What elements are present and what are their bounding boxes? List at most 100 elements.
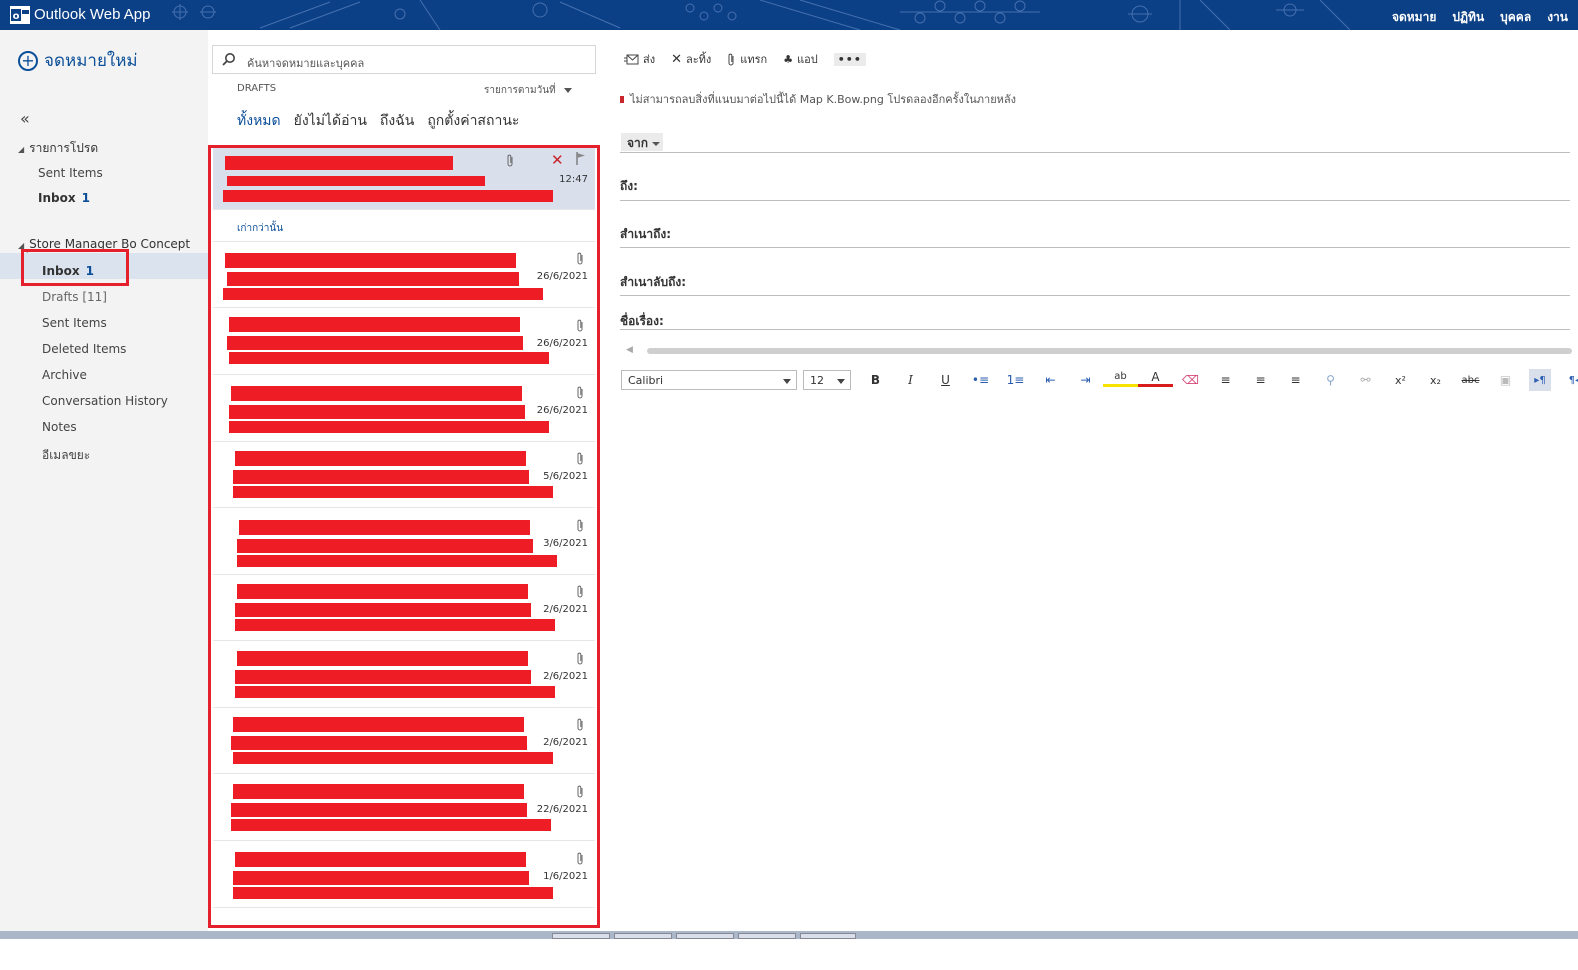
font-color-icon[interactable]: A — [1138, 369, 1173, 387]
favorite-inbox[interactable]: Inbox 1 — [38, 191, 90, 205]
divider — [620, 152, 1570, 153]
font-name-select[interactable]: Calibri — [621, 370, 797, 390]
outlook-logo-icon: o — [10, 6, 30, 24]
bcc-field[interactable]: สำเนาลับถึง: — [620, 273, 686, 292]
folder-deleted-items[interactable]: Deleted Items — [42, 342, 126, 356]
underline-button[interactable]: U — [928, 369, 963, 391]
nav-mail[interactable]: จดหมาย — [1392, 8, 1436, 30]
more-options-button[interactable]: ••• — [833, 52, 866, 66]
new-mail-button[interactable]: + จดหมายใหม่ — [18, 47, 138, 74]
sort-label: รายการตามวันที่ — [484, 85, 556, 96]
discard-label: ละทิ้ง — [686, 53, 712, 66]
apps-label: แอป — [797, 53, 818, 66]
sort-dropdown[interactable]: รายการตามวันที่ — [484, 83, 572, 98]
filter-flagged[interactable]: ถูกตั้งค่าสถานะ — [427, 110, 519, 132]
folder-conversation-history[interactable]: Conversation History — [42, 394, 168, 408]
attachment-warning: ไม่สามารถลบสิ่งที่แนบมาต่อไปนี้ได้ Map K… — [620, 90, 1016, 108]
from-label: จาก — [627, 136, 649, 150]
from-dropdown[interactable]: จาก — [621, 133, 663, 151]
bold-button[interactable]: B — [858, 369, 893, 391]
remove-link-icon[interactable]: ⚯ — [1348, 369, 1383, 391]
divider — [620, 200, 1570, 201]
subscript-icon[interactable]: x₂ — [1418, 369, 1453, 391]
clear-formatting-icon[interactable]: ⌫ — [1173, 369, 1208, 391]
horizontal-scrollbar[interactable] — [647, 348, 1572, 354]
to-field[interactable]: ถึง: — [620, 177, 638, 196]
font-size-select[interactable]: 12 — [803, 370, 851, 390]
folder-sent-items[interactable]: Sent Items — [42, 316, 107, 330]
bullets-icon[interactable]: •≡ — [963, 369, 998, 391]
app-title: Outlook Web App — [34, 6, 151, 23]
send-button[interactable]: ส่ง — [624, 50, 655, 68]
filter-all[interactable]: ทั้งหมด — [237, 110, 281, 132]
nav-tasks[interactable]: งาน — [1547, 8, 1568, 30]
collapse-triangle-icon: ◢ — [18, 145, 25, 154]
divider — [620, 329, 1570, 330]
increase-indent-icon[interactable]: ⇥ — [1068, 369, 1103, 391]
collapse-pane-button[interactable]: « — [20, 109, 30, 128]
warning-icon — [620, 96, 624, 103]
folder-label: Deleted Items — [42, 342, 127, 356]
filter-unread[interactable]: ยังไม่ได้อ่าน — [294, 110, 367, 132]
puzzle-icon: ♣ — [783, 52, 794, 66]
insert-button[interactable]: แทรก — [727, 50, 767, 68]
discard-button[interactable]: ✕ ละทิ้ง — [671, 50, 711, 68]
taskbar-strip — [0, 931, 1578, 939]
highlight-icon[interactable]: ab — [1103, 369, 1138, 387]
search-input[interactable]: ค้นหาจดหมายและบุคคล — [247, 54, 364, 72]
chevron-down-icon — [652, 141, 661, 146]
apps-button[interactable]: ♣ แอป — [783, 50, 818, 68]
top-navigation: จดหมาย ปฏิทิน บุคคล งาน — [1392, 8, 1568, 30]
taskbar-button[interactable] — [676, 933, 734, 939]
drafts-highlight-annotation — [21, 249, 129, 286]
favorites-header[interactable]: ◢ รายการโปรด — [18, 139, 98, 158]
insert-link-icon[interactable]: ⚲ — [1313, 369, 1348, 391]
search-icon — [222, 53, 235, 66]
taskbar-button[interactable] — [614, 933, 672, 939]
plus-circle-icon: + — [18, 50, 38, 71]
numbering-icon[interactable]: 1≡ — [998, 369, 1033, 391]
message-list-highlight-annotation — [208, 145, 600, 928]
send-icon — [624, 54, 639, 64]
taskbar-button[interactable] — [738, 933, 796, 939]
compose-toolbar: ส่ง ✕ ละทิ้ง แทรก ♣ แอป ••• — [624, 50, 866, 68]
folder-label: Sent Items — [42, 316, 107, 330]
rtl-direction-icon[interactable]: ¶◂ — [1557, 369, 1578, 391]
align-center-icon[interactable]: ≡ — [1243, 369, 1278, 391]
strikethrough-icon[interactable]: abc — [1453, 369, 1488, 391]
taskbar-button[interactable] — [552, 933, 610, 939]
decrease-indent-icon[interactable]: ⇤ — [1033, 369, 1068, 391]
warning-text: ไม่สามารถลบสิ่งที่แนบมาต่อไปนี้ได้ Map K… — [630, 93, 1017, 106]
nav-calendar[interactable]: ปฏิทิน — [1452, 8, 1484, 30]
bcc-label: สำเนาลับถึง: — [620, 275, 686, 289]
header-blueprint-pattern — [172, 0, 1351, 30]
insert-image-icon[interactable]: ▣ — [1488, 369, 1523, 391]
unread-count: 1 — [81, 191, 90, 205]
chevron-down-icon — [563, 87, 572, 93]
divider — [620, 295, 1570, 296]
search-box[interactable]: ค้นหาจดหมายและบุคคล — [212, 45, 596, 74]
scroll-left-arrow-icon[interactable]: ◀ — [626, 345, 633, 355]
nav-people[interactable]: บุคคล — [1500, 8, 1531, 30]
send-label: ส่ง — [643, 53, 656, 66]
folder-junk[interactable]: อีเมลขยะ — [42, 446, 90, 465]
chevron-down-icon — [837, 379, 845, 384]
italic-button[interactable]: I — [893, 369, 928, 391]
folder-label: Archive — [42, 368, 87, 382]
folder-label: Sent Items — [38, 166, 103, 180]
align-right-icon[interactable]: ≡ — [1278, 369, 1313, 391]
taskbar-button[interactable] — [800, 933, 856, 939]
folder-label: อีเมลขยะ — [42, 448, 91, 462]
cc-field[interactable]: สำเนาถึง: — [620, 225, 671, 244]
folder-notes[interactable]: Notes — [42, 420, 77, 434]
filter-to-me[interactable]: ถึงฉัน — [380, 110, 414, 132]
folder-pane: + จดหมายใหม่ « ◢ รายการโปรด Sent Items In… — [0, 30, 208, 936]
folder-archive[interactable]: Archive — [42, 368, 87, 382]
align-left-icon[interactable]: ≡ — [1208, 369, 1243, 391]
divider — [620, 247, 1570, 248]
superscript-icon[interactable]: x² — [1383, 369, 1418, 391]
favorite-sent-items[interactable]: Sent Items — [38, 166, 103, 180]
ltr-direction-icon[interactable]: ▸¶ — [1529, 369, 1551, 391]
folder-drafts[interactable]: Drafts [11] — [42, 290, 107, 304]
paperclip-icon — [728, 53, 734, 65]
